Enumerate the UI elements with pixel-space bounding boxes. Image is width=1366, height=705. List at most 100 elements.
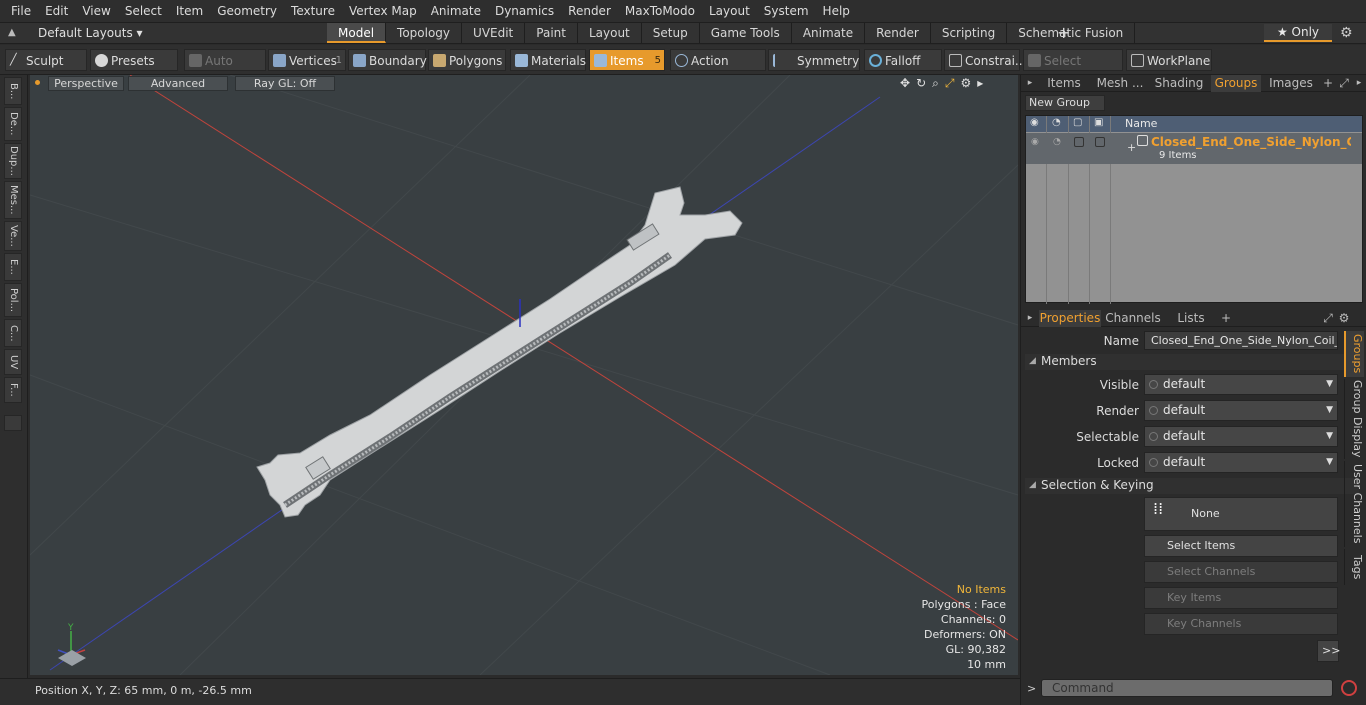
- boundary-button[interactable]: Boundary: [348, 49, 427, 71]
- none-button[interactable]: ⁞⁞ None: [1144, 497, 1338, 531]
- lock-col-icon[interactable]: ▢: [1073, 117, 1082, 128]
- constraints-button[interactable]: Constrai...: [944, 49, 1026, 71]
- workplane-button[interactable]: WorkPlane: [1126, 49, 1212, 71]
- group-name[interactable]: Closed_End_One_Side_Nylon_Co...: [1151, 135, 1351, 149]
- left-tool-b[interactable]: B...: [4, 77, 22, 105]
- vertices-button[interactable]: Vertices 1: [268, 49, 346, 71]
- panel-menu-icon[interactable]: ▸: [1025, 75, 1035, 92]
- sculpt-button[interactable]: ╱ Sculpt: [5, 49, 87, 71]
- menu-vertex-map[interactable]: Vertex Map: [342, 0, 424, 22]
- side-tab-group-display[interactable]: Group Display: [1344, 379, 1364, 459]
- raygl-button[interactable]: Ray GL: Off: [235, 76, 335, 91]
- members-section[interactable]: ◢ Members: [1025, 354, 1359, 370]
- tab-model[interactable]: Model: [327, 23, 387, 43]
- eye-icon[interactable]: ◉: [1030, 117, 1039, 128]
- menu-select[interactable]: Select: [118, 0, 169, 22]
- advanced-button[interactable]: Advanced: [128, 76, 228, 91]
- selectable-select[interactable]: default ▼: [1144, 426, 1338, 447]
- tab-paint[interactable]: Paint: [525, 23, 578, 43]
- name-field[interactable]: Closed_End_One_Side_Nylon_Coil_Zip: [1144, 331, 1338, 350]
- render-select[interactable]: default ▼: [1144, 400, 1338, 421]
- menu-edit[interactable]: Edit: [38, 0, 75, 22]
- pan-icon[interactable]: ✥: [900, 76, 910, 91]
- presets-button[interactable]: Presets: [90, 49, 178, 71]
- menu-render[interactable]: Render: [561, 0, 618, 22]
- key-channels-button[interactable]: Key Channels: [1144, 613, 1338, 635]
- perspective-button[interactable]: Perspective: [48, 76, 124, 91]
- menu-maxtomodo[interactable]: MaxToModo: [618, 0, 702, 22]
- select-channels-button[interactable]: Select Channels: [1144, 561, 1338, 583]
- left-tool-duplicate[interactable]: Dup...: [4, 143, 22, 179]
- add-tab-icon[interactable]: +: [1057, 24, 1070, 42]
- select-col-icon[interactable]: ▣: [1094, 117, 1103, 128]
- menu-system[interactable]: System: [757, 0, 816, 22]
- visibility-icon[interactable]: ◉: [1031, 137, 1041, 147]
- tab-scripting[interactable]: Scripting: [931, 23, 1008, 43]
- select-through-button[interactable]: Select Through: [1023, 49, 1123, 90]
- record-icon[interactable]: [1341, 680, 1357, 696]
- menu-dynamics[interactable]: Dynamics: [488, 0, 561, 22]
- render-icon[interactable]: ◔: [1052, 117, 1061, 128]
- side-tab-tags[interactable]: Tags: [1344, 549, 1364, 585]
- left-tool-curve[interactable]: C...: [4, 319, 22, 347]
- props-menu-icon[interactable]: ▸: [1025, 310, 1035, 327]
- expand-group-icon[interactable]: +: [1127, 141, 1136, 154]
- left-tool-extra[interactable]: [4, 415, 22, 431]
- tab-game-tools[interactable]: Game Tools: [700, 23, 792, 43]
- panel-more-icon[interactable]: ▸: [1353, 75, 1365, 92]
- materials-button[interactable]: Materials: [510, 49, 586, 71]
- select-toggle[interactable]: [1095, 137, 1105, 147]
- menu-view[interactable]: View: [75, 0, 117, 22]
- auto-select-button[interactable]: Auto Select: [184, 49, 266, 90]
- tab-properties[interactable]: Properties: [1039, 310, 1101, 327]
- side-tab-user-channels[interactable]: User Channels: [1344, 461, 1364, 547]
- symmetry-button[interactable]: Symmetry: [768, 49, 860, 71]
- zoom-icon[interactable]: ⌕: [932, 76, 939, 91]
- key-items-button[interactable]: Key Items: [1144, 587, 1338, 609]
- menu-item[interactable]: Item: [169, 0, 210, 22]
- command-input[interactable]: Command: [1041, 679, 1333, 697]
- left-tool-vertex[interactable]: Ve...: [4, 221, 22, 251]
- tab-animate[interactable]: Animate: [792, 23, 866, 43]
- props-maximize-icon[interactable]: ⤢: [1321, 310, 1335, 327]
- name-column-header[interactable]: Name: [1125, 117, 1157, 130]
- menu-help[interactable]: Help: [816, 0, 857, 22]
- viewport-menu-dot[interactable]: [35, 80, 40, 85]
- left-tool-polygon[interactable]: Pol...: [4, 283, 22, 317]
- tab-topology[interactable]: Topology: [386, 23, 463, 43]
- action-center-button[interactable]: Action Center: [670, 49, 766, 90]
- settings-icon[interactable]: ⚙: [960, 76, 971, 91]
- falloff-button[interactable]: Falloff: [864, 49, 942, 71]
- rotate-icon[interactable]: ↻: [916, 76, 926, 91]
- left-tool-mesh[interactable]: Mes...: [4, 181, 22, 219]
- add-panel-tab-icon[interactable]: +: [1323, 75, 1333, 92]
- menu-animate[interactable]: Animate: [424, 0, 488, 22]
- select-items-button[interactable]: Select Items: [1144, 535, 1338, 557]
- left-tool-deform[interactable]: De...: [4, 107, 22, 141]
- default-layouts-dropdown[interactable]: Default Layouts ▾: [32, 23, 149, 43]
- tab-setup[interactable]: Setup: [642, 23, 700, 43]
- items-button[interactable]: Items 5: [589, 49, 665, 71]
- lock-toggle[interactable]: [1074, 137, 1084, 147]
- tab-images[interactable]: Images: [1263, 75, 1319, 92]
- side-tab-groups[interactable]: Groups: [1344, 331, 1364, 377]
- group-row[interactable]: ◉ ◔ + Closed_End_One_Side_Nylon_Co... 9 …: [1026, 133, 1362, 164]
- tab-layout[interactable]: Layout: [578, 23, 642, 43]
- add-props-tab-icon[interactable]: +: [1219, 310, 1233, 327]
- props-gear-icon[interactable]: ⚙: [1337, 310, 1351, 327]
- collapse-icon[interactable]: ▲: [8, 27, 20, 39]
- locked-select[interactable]: default ▼: [1144, 452, 1338, 473]
- left-tool-uv[interactable]: UV: [4, 349, 22, 375]
- menu-geometry[interactable]: Geometry: [210, 0, 284, 22]
- menu-file[interactable]: File: [4, 0, 38, 22]
- menu-layout[interactable]: Layout: [702, 0, 757, 22]
- tab-uvedit[interactable]: UVEdit: [462, 23, 526, 43]
- tab-shading[interactable]: Shading: [1151, 75, 1207, 92]
- 3d-viewport[interactable]: Y Perspective Advanced Ray GL: Off ✥ ↻ ⌕…: [30, 75, 1018, 675]
- menu-texture[interactable]: Texture: [284, 0, 342, 22]
- tab-render[interactable]: Render: [865, 23, 931, 43]
- tab-schematic-fusion[interactable]: Schematic Fusion: [1007, 23, 1136, 43]
- polygons-button[interactable]: Polygons: [428, 49, 506, 71]
- tab-mesh[interactable]: Mesh ...: [1091, 75, 1149, 92]
- only-button[interactable]: ★ Only: [1264, 24, 1332, 42]
